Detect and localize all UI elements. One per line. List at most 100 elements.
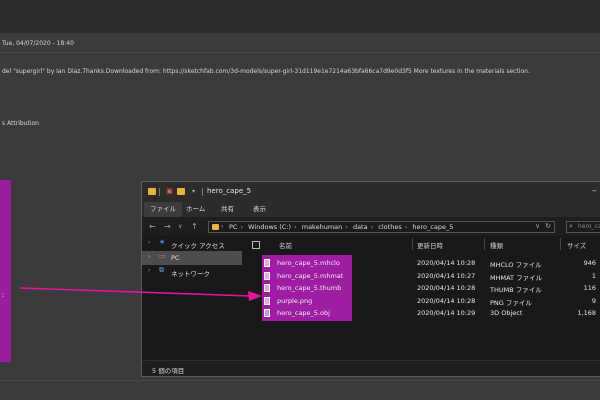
file-date: 2020/04/14 10:28 bbox=[417, 284, 476, 292]
file-date: 2020/04/14 10:28 bbox=[417, 259, 476, 267]
pc-icon: ▭ bbox=[159, 252, 166, 260]
post-date: Tue, 04/07/2020 - 18:40 bbox=[2, 40, 74, 47]
column-header-size[interactable]: サイズ bbox=[567, 240, 586, 250]
chevron-right-icon[interactable]: › bbox=[148, 253, 150, 260]
file-icon bbox=[264, 284, 270, 292]
breadcrumb-item[interactable]: hero_cape_5 bbox=[412, 223, 453, 231]
divider bbox=[0, 52, 600, 53]
chevron-right-icon: › bbox=[294, 223, 297, 231]
divider bbox=[0, 380, 600, 381]
tab-view[interactable]: 表示 bbox=[247, 202, 272, 217]
file-icon bbox=[264, 259, 270, 267]
file-name[interactable]: hero_cape_5.mhclo bbox=[277, 259, 340, 267]
column-divider[interactable] bbox=[412, 238, 413, 250]
navigation-bar: ← → ∨ ↑ › PC › Windows (C:) › makehuman › d… bbox=[142, 219, 600, 235]
file-type: 3D Object bbox=[490, 309, 523, 317]
file-date: 2020/04/14 10:28 bbox=[417, 296, 476, 305]
file-icon bbox=[264, 271, 270, 280]
column-divider[interactable] bbox=[560, 238, 561, 250]
file-name[interactable]: hero_cape_5.obj bbox=[277, 309, 330, 317]
column-header-date[interactable]: 更新日時 bbox=[417, 240, 443, 250]
file-list: 名前 更新日時 種類 サイズ hero_cape_5.mhclo 2020/04… bbox=[242, 235, 600, 360]
breadcrumb-item[interactable]: makehuman bbox=[302, 223, 343, 231]
left-highlight-panel bbox=[0, 180, 11, 362]
forward-arrow-icon[interactable]: → bbox=[164, 222, 171, 231]
file-size: 116 bbox=[583, 284, 596, 292]
address-bar[interactable]: › PC › Windows (C:) › makehuman › data › clo… bbox=[208, 221, 555, 233]
chevron-right-icon: › bbox=[370, 223, 374, 231]
search-input[interactable]: ⌕ hero_cape bbox=[566, 221, 600, 233]
breadcrumb-item[interactable]: clothes bbox=[378, 223, 401, 231]
file-type: MHCLO ファイル bbox=[490, 261, 542, 269]
network-icon: ⧉ bbox=[159, 266, 164, 274]
3d-object-icon bbox=[264, 309, 270, 317]
status-bar: 5 個の項目 bbox=[142, 360, 600, 376]
separator bbox=[202, 188, 203, 196]
tab-file[interactable]: ファイル bbox=[144, 202, 182, 217]
select-all-checkbox[interactable] bbox=[252, 241, 260, 249]
file-size: 9 bbox=[591, 296, 596, 305]
back-arrow-icon[interactable]: ← bbox=[149, 222, 156, 231]
file-date: 2020/04/14 10:29 bbox=[417, 309, 476, 317]
file-name[interactable]: hero_cape_5.mhmat bbox=[277, 272, 343, 280]
file-size: 1,168 bbox=[577, 309, 596, 317]
chevron-right-icon: › bbox=[345, 223, 348, 231]
chevron-down-icon[interactable]: ∨ bbox=[535, 222, 540, 230]
new-folder-icon[interactable] bbox=[177, 187, 186, 196]
breadcrumb-item[interactable]: Windows (C:) bbox=[248, 223, 291, 231]
chevron-right-icon[interactable]: › bbox=[148, 267, 150, 274]
tab-share[interactable]: 共有 bbox=[215, 202, 240, 217]
window-title: hero_cape_5 bbox=[207, 187, 252, 195]
image-file-icon bbox=[264, 296, 270, 305]
breadcrumb-item[interactable]: PC bbox=[229, 223, 237, 231]
navigation-pane: › ★ クイック アクセス › ▭ PC › ⧉ ネットワーク bbox=[142, 235, 242, 360]
search-icon: ⌕ bbox=[569, 222, 573, 230]
ribbon-tabs: ファイル ホーム 共有 表示 bbox=[142, 202, 600, 217]
breadcrumb-item[interactable]: data bbox=[353, 223, 368, 231]
column-header-name[interactable]: 名前 bbox=[279, 240, 292, 250]
minimize-icon[interactable]: – bbox=[592, 186, 597, 196]
nav-item-pc[interactable]: › ▭ PC bbox=[142, 251, 242, 265]
column-divider[interactable] bbox=[484, 238, 485, 250]
top-bar bbox=[0, 0, 600, 33]
file-row[interactable]: hero_cape_5.thumb 2020/04/14 10:28 THUMB… bbox=[242, 282, 600, 295]
nav-item-label: ネットワーク bbox=[171, 270, 210, 278]
separator bbox=[159, 188, 160, 196]
star-icon: ★ bbox=[159, 238, 166, 246]
file-type: THUMB ファイル bbox=[490, 286, 542, 294]
chevron-right-icon[interactable]: › bbox=[148, 239, 150, 246]
post-description: del "supergirl" by Ian Diaz.Thanks.Downl… bbox=[2, 68, 530, 75]
file-explorer-window: ▣ ▾ hero_cape_5 – ファイル ホーム 共有 表示 ← → ∨ ↑… bbox=[141, 181, 600, 377]
nav-item-quick-access[interactable]: › ★ クイック アクセス bbox=[142, 237, 242, 251]
file-size: 946 bbox=[583, 259, 596, 267]
file-row[interactable]: purple.png 2020/04/14 10:28 PNG ファイル 9 bbox=[242, 295, 600, 308]
up-arrow-icon[interactable]: ↑ bbox=[191, 222, 198, 231]
folder-icon bbox=[212, 224, 219, 230]
file-row[interactable]: hero_cape_5.mhclo 2020/04/14 10:28 MHCLO… bbox=[242, 257, 600, 270]
nav-item-label: クイック アクセス bbox=[171, 242, 225, 250]
file-type: MHMAT ファイル bbox=[490, 273, 543, 282]
chevron-down-icon[interactable]: ∨ bbox=[178, 223, 182, 230]
file-name[interactable]: purple.png bbox=[277, 297, 312, 305]
nav-item-label: PC bbox=[171, 254, 180, 262]
file-date: 2020/04/14 10:27 bbox=[417, 271, 476, 280]
properties-icon[interactable]: ▣ bbox=[165, 187, 174, 196]
file-name[interactable]: hero_cape_5.thumb bbox=[277, 284, 341, 292]
file-row[interactable]: hero_cape_5.obj 2020/04/14 10:29 3D Obje… bbox=[242, 307, 600, 320]
breadcrumb: PC › Windows (C:) › makehuman › data › cloth… bbox=[229, 223, 456, 231]
folder-icon bbox=[148, 187, 157, 196]
chevron-right-icon: › bbox=[221, 223, 224, 230]
column-header-row: 名前 更新日時 種類 サイズ bbox=[242, 235, 600, 253]
chevron-down-icon[interactable]: ▾ bbox=[189, 187, 198, 196]
item-count: 5 個の項目 bbox=[152, 367, 185, 375]
left-panel-text: : bbox=[2, 292, 5, 299]
attribution-label: s Attribution bbox=[2, 120, 39, 127]
file-row[interactable]: hero_cape_5.mhmat 2020/04/14 10:27 MHMAT… bbox=[242, 270, 600, 283]
column-header-type[interactable]: 種類 bbox=[490, 240, 503, 250]
file-type: PNG ファイル bbox=[490, 298, 532, 307]
refresh-icon[interactable]: ↻ bbox=[545, 222, 551, 230]
tab-home[interactable]: ホーム bbox=[180, 202, 211, 217]
title-bar[interactable]: ▣ ▾ hero_cape_5 – bbox=[142, 182, 600, 202]
file-size: 1 bbox=[591, 271, 596, 280]
nav-item-network[interactable]: › ⧉ ネットワーク bbox=[142, 265, 242, 279]
